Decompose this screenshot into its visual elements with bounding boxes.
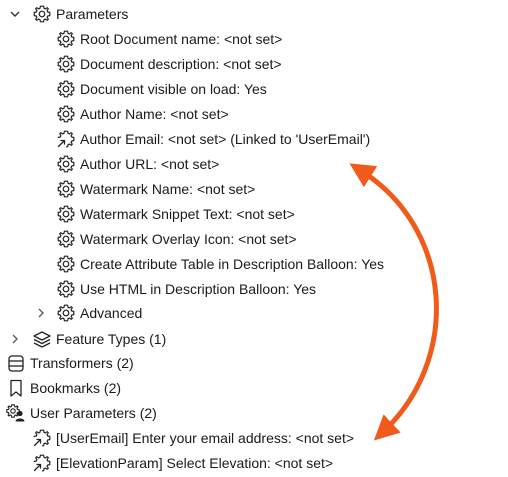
tree-item-label: Parameters: [56, 5, 129, 22]
parameter-item[interactable]: Document description: <not set>: [56, 51, 282, 76]
gear-icon: [56, 279, 76, 299]
tree-item-label: User Parameters (2): [30, 404, 157, 421]
gear-icon: [56, 54, 76, 74]
linked-parameter-icon: [56, 129, 76, 149]
tree-item-feature-types[interactable]: Feature Types (1): [8, 326, 166, 351]
parameter-label: Document description: <not set>: [80, 55, 282, 72]
parameter-item[interactable]: Watermark Snippet Text: <not set>: [56, 201, 295, 226]
gear-icon: [56, 29, 76, 49]
chevron-right-icon[interactable]: [8, 332, 22, 346]
parameter-label: Root Document name: <not set>: [80, 30, 283, 47]
gear-icon: [56, 229, 76, 249]
tree-item-label: Transformers (2): [30, 354, 134, 371]
tree-item-user-parameters[interactable]: User Parameters (2): [6, 400, 157, 425]
parameter-label: Create Attribute Table in Description Ba…: [80, 255, 385, 272]
parameter-label: Author URL: <not set>: [80, 155, 220, 172]
parameter-item[interactable]: Create Attribute Table in Description Ba…: [56, 251, 384, 276]
layers-icon: [32, 329, 52, 349]
parameter-item[interactable]: Author Name: <not set>: [56, 101, 229, 126]
gear-icon: [56, 154, 76, 174]
navigator-tree: Parameters Root Document name: <not set>…: [0, 0, 508, 477]
tree-item-label: Bookmarks (2): [30, 379, 122, 396]
user-parameter-item[interactable]: [UserEmail] Enter your email address: <n…: [32, 425, 354, 450]
tree-item-label: Advanced: [80, 304, 143, 321]
user-parameter-label: [ElevationParam] Select Elevation: <not …: [56, 454, 334, 471]
parameter-label: Use HTML in Description Balloon: Yes: [80, 280, 317, 297]
parameter-item[interactable]: Author URL: <not set>: [56, 151, 219, 176]
transformers-icon: [6, 353, 26, 373]
gear-icon: [56, 204, 76, 224]
tree-item-bookmarks[interactable]: Bookmarks (2): [6, 375, 121, 400]
user-parameter-item[interactable]: [ElevationParam] Select Elevation: <not …: [32, 450, 333, 475]
linked-parameter-icon: [32, 428, 52, 448]
tree-item-advanced[interactable]: Advanced: [34, 300, 142, 325]
gear-icon: [32, 4, 52, 24]
parameter-label: Watermark Name: <not set>: [80, 180, 256, 197]
parameter-item[interactable]: Root Document name: <not set>: [56, 26, 282, 51]
parameter-item[interactable]: Watermark Overlay Icon: <not set>: [56, 226, 297, 251]
parameter-label: Author Email: <not set> (Linked to 'User…: [80, 130, 371, 147]
tree-item-label: Feature Types (1): [56, 330, 167, 347]
tree-item-parameters[interactable]: Parameters: [8, 1, 128, 26]
parameter-label: Author Name: <not set>: [80, 105, 229, 122]
chevron-right-icon[interactable]: [34, 306, 48, 320]
user-parameters-icon: [6, 403, 26, 423]
parameter-label: Document visible on load: Yes: [80, 80, 267, 97]
parameter-item[interactable]: Use HTML in Description Balloon: Yes: [56, 276, 316, 301]
tree-item-transformers[interactable]: Transformers (2): [6, 350, 134, 375]
bookmark-icon: [6, 378, 26, 398]
gear-icon: [56, 303, 76, 323]
chevron-down-icon[interactable]: [8, 7, 22, 21]
parameter-item[interactable]: Document visible on load: Yes: [56, 76, 267, 101]
gear-icon: [56, 254, 76, 274]
parameter-item-author-email[interactable]: Author Email: <not set> (Linked to 'User…: [56, 126, 370, 151]
parameter-label: Watermark Overlay Icon: <not set>: [80, 230, 297, 247]
gear-icon: [56, 79, 76, 99]
gear-icon: [56, 179, 76, 199]
parameter-item[interactable]: Watermark Name: <not set>: [56, 176, 255, 201]
parameter-label: Watermark Snippet Text: <not set>: [80, 205, 295, 222]
user-parameter-label: [UserEmail] Enter your email address: <n…: [56, 429, 355, 446]
linked-parameter-icon: [32, 453, 52, 473]
gear-icon: [56, 104, 76, 124]
